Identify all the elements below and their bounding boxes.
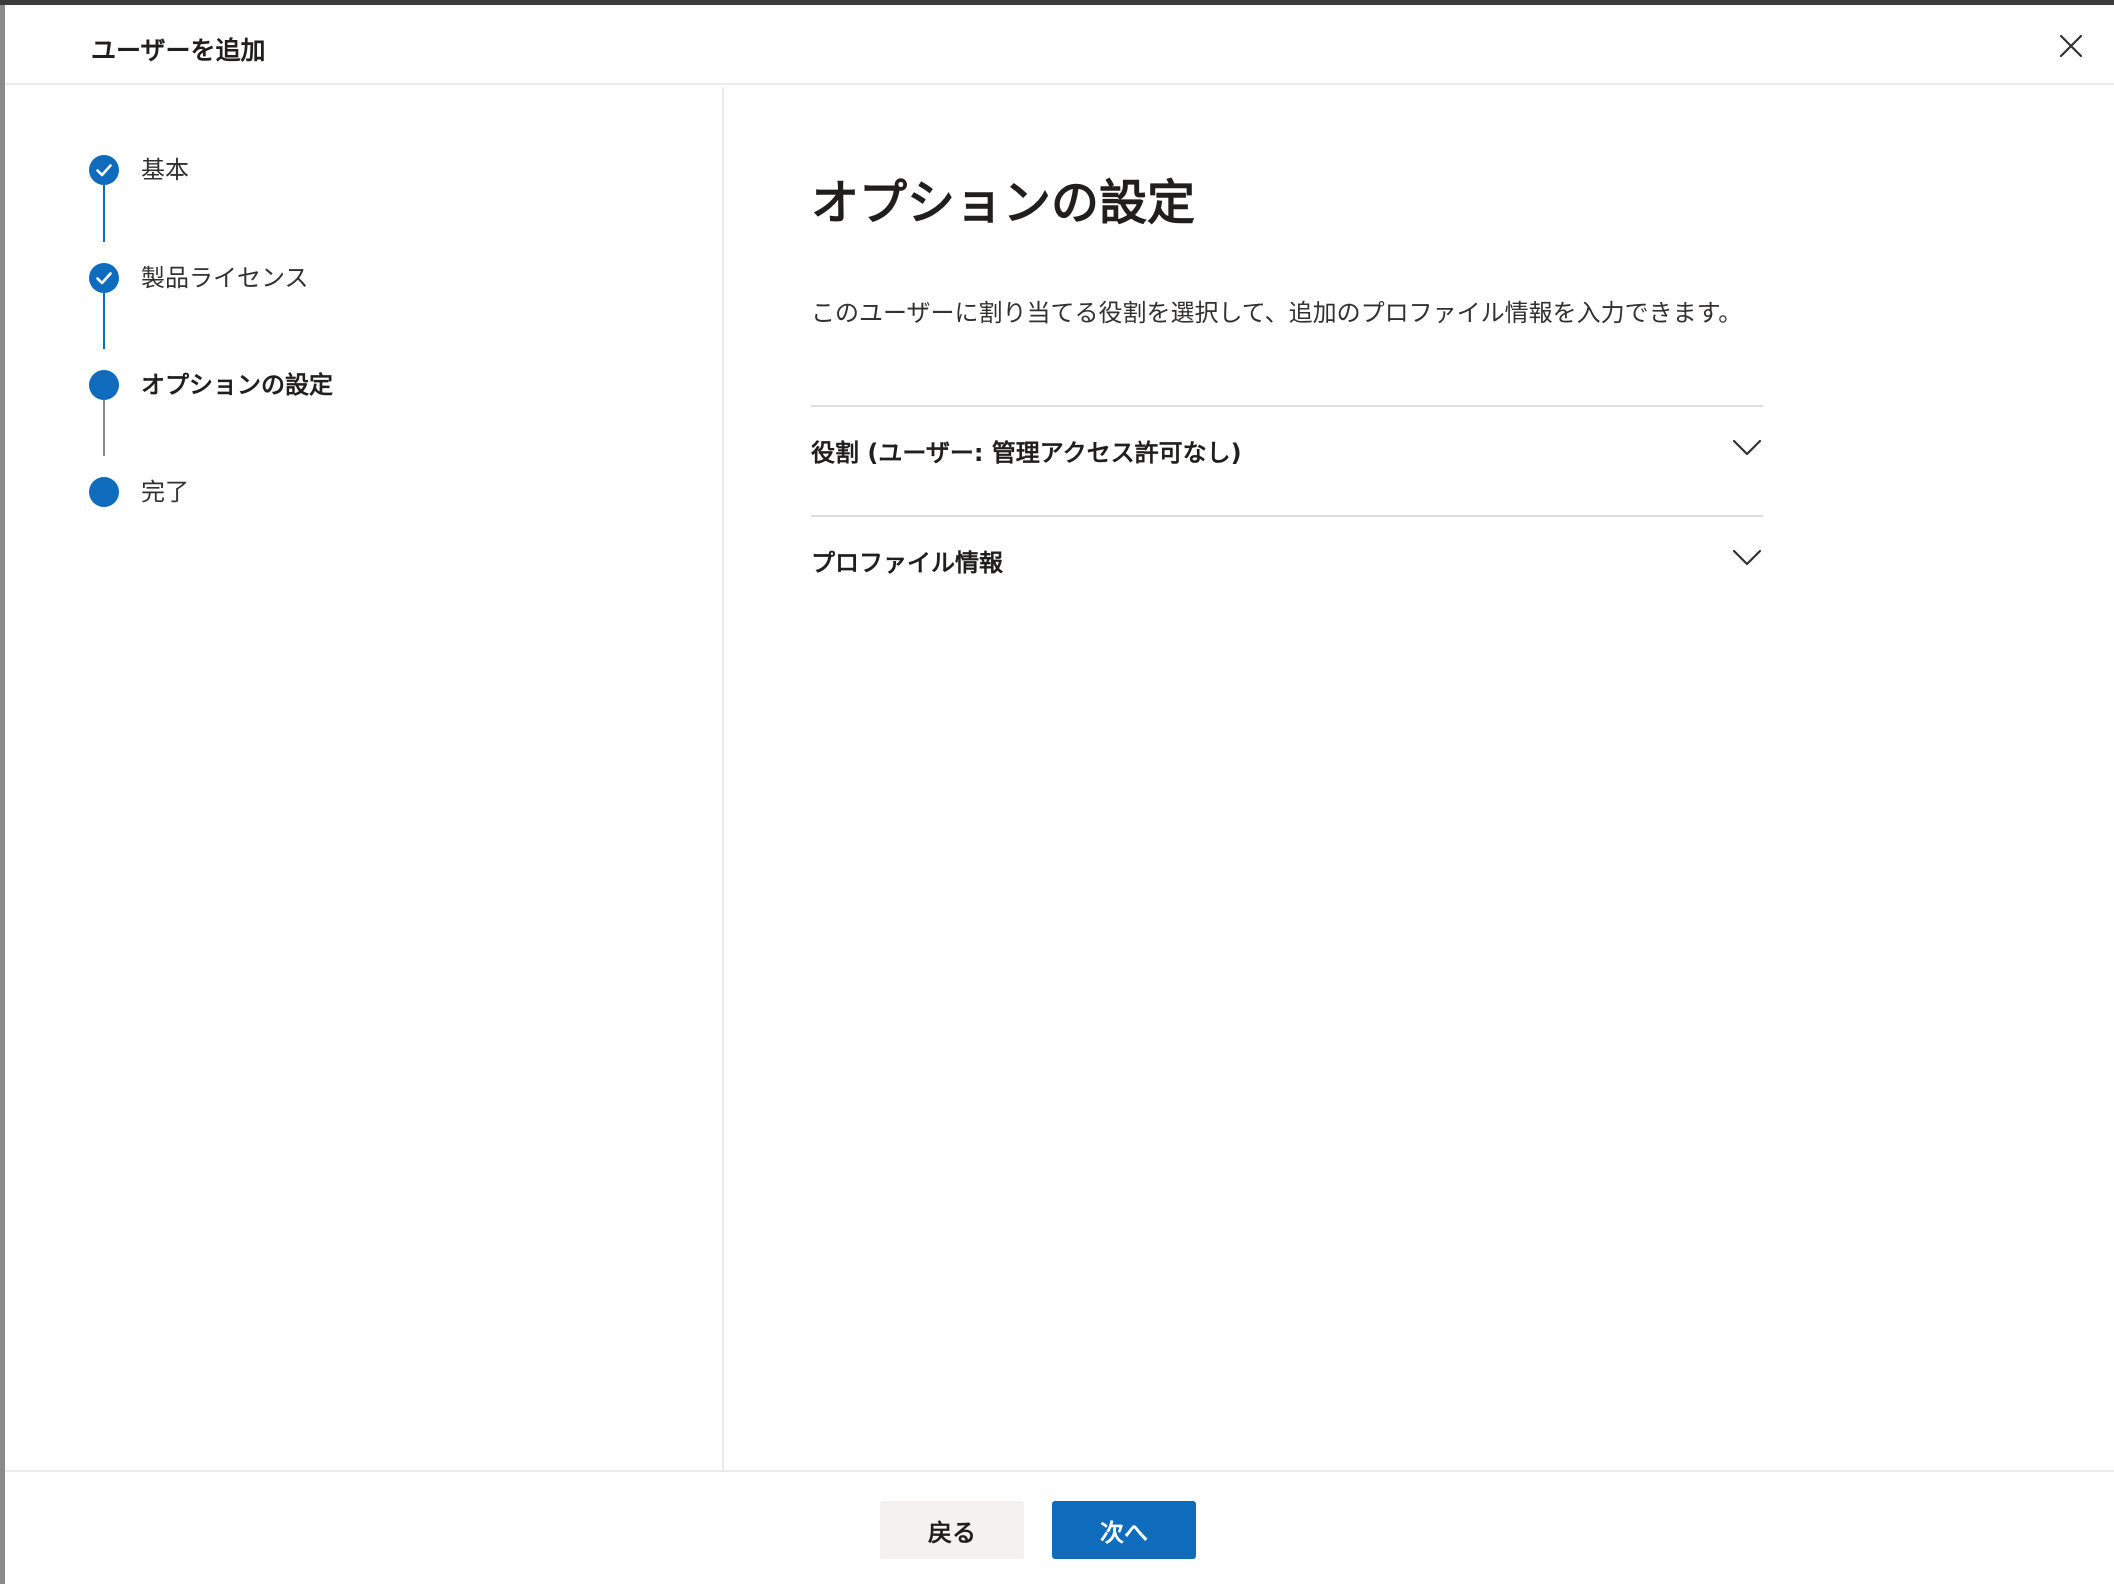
dialog-title: ユーザーを追加 bbox=[91, 36, 266, 65]
chevron-down-icon bbox=[1731, 431, 1763, 463]
accordion-label: 役割 (ユーザー: 管理アクセス許可なし) bbox=[811, 439, 1242, 467]
add-user-dialog: ユーザーを追加 基本 製品ライセンス オプションの設定 完了 オプションの設定 … bbox=[5, 5, 2114, 1584]
next-button[interactable]: 次へ bbox=[1052, 1501, 1196, 1559]
step-label: 製品ライセンス bbox=[141, 264, 309, 292]
accordion-label: プロファイル情報 bbox=[811, 549, 1003, 577]
step-label: 完了 bbox=[141, 478, 189, 506]
close-icon bbox=[2059, 34, 2083, 58]
step-connector bbox=[103, 396, 105, 456]
chevron-down-icon bbox=[1731, 541, 1763, 573]
step-connector bbox=[103, 289, 105, 349]
page-description: このユーザーに割り当てる役割を選択して、追加のプロファイル情報を入力できます。 bbox=[811, 299, 1743, 327]
checkmark-icon bbox=[96, 164, 112, 177]
filled-circle-icon bbox=[89, 370, 119, 400]
step-label: 基本 bbox=[141, 156, 189, 184]
back-button[interactable]: 戻る bbox=[880, 1501, 1024, 1559]
dialog-header: ユーザーを追加 bbox=[5, 5, 2114, 85]
step-connector bbox=[103, 182, 105, 242]
accordion-roles[interactable]: 役割 (ユーザー: 管理アクセス許可なし) bbox=[811, 405, 1763, 515]
step-status bbox=[89, 155, 119, 185]
step-label: オプションの設定 bbox=[141, 371, 333, 399]
page-title: オプションの設定 bbox=[811, 175, 1196, 231]
checkmark-icon bbox=[96, 272, 112, 285]
close-button[interactable] bbox=[2054, 29, 2088, 63]
filled-circle-icon bbox=[89, 477, 119, 507]
dialog-footer: 戻る 次へ bbox=[5, 1470, 2114, 1584]
wizard-steps: 基本 製品ライセンス オプションの設定 完了 bbox=[5, 87, 724, 1470]
step-status bbox=[89, 263, 119, 293]
accordion-profile-info[interactable]: プロファイル情報 bbox=[811, 515, 1763, 625]
